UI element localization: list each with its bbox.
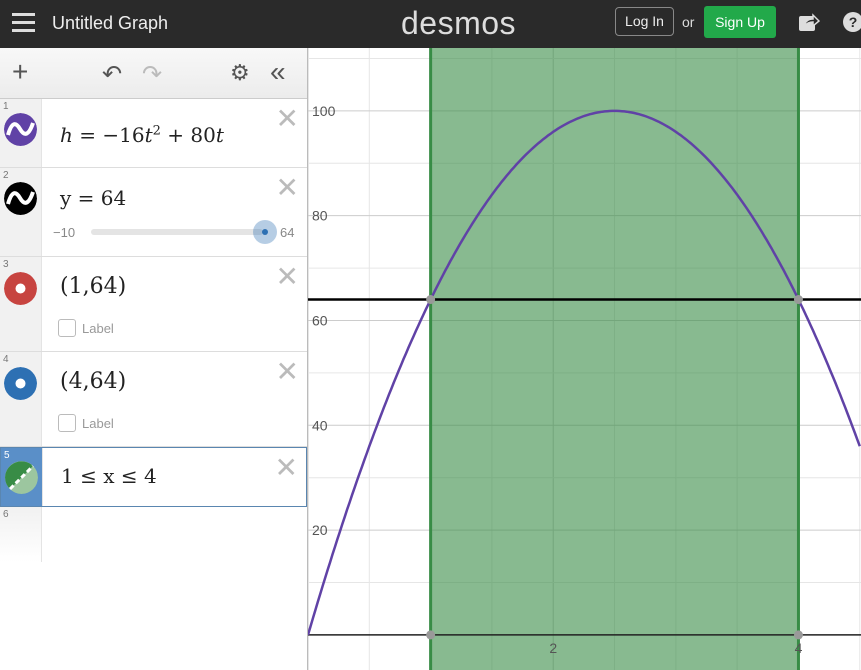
collapse-list-button[interactable]: « bbox=[270, 56, 286, 88]
x-tick-label: 2 bbox=[549, 640, 557, 656]
expression-math[interactable]: y = 64 bbox=[60, 186, 126, 210]
curve-color-icon[interactable] bbox=[4, 182, 37, 215]
graph-canvas[interactable]: 2 4 20 40 60 80 100 bbox=[308, 48, 861, 670]
delete-expression-icon[interactable]: ✕ bbox=[275, 454, 298, 482]
expression-number: 1 bbox=[3, 101, 9, 112]
intersection-point bbox=[426, 295, 436, 305]
signup-button[interactable]: Sign Up bbox=[704, 6, 776, 38]
slider-handle[interactable] bbox=[253, 220, 277, 244]
expression-list: + ↶ ↷ ⚙ « 1 h = −16t2 + 80t ✕ 2 y = 64 −… bbox=[0, 48, 308, 670]
expression-2[interactable]: 2 y = 64 −10 64 ✕ bbox=[0, 168, 307, 257]
slider-min[interactable]: −10 bbox=[53, 225, 75, 240]
expression-number: 4 bbox=[3, 354, 9, 365]
delete-expression-icon[interactable]: ✕ bbox=[276, 263, 299, 291]
intersection-point bbox=[793, 295, 803, 305]
y-tick-label: 80 bbox=[312, 208, 328, 224]
expression-toolbar: + ↶ ↷ ⚙ « bbox=[0, 48, 307, 99]
point-color-icon[interactable] bbox=[4, 367, 37, 400]
expression-math[interactable]: h = −16t2 + 80t bbox=[60, 123, 224, 147]
settings-gear-icon[interactable]: ⚙ bbox=[230, 60, 250, 86]
expression-5-selected[interactable]: 5 1 ≤ x ≤ 4 ✕ bbox=[0, 447, 307, 507]
delete-expression-icon[interactable]: ✕ bbox=[276, 174, 299, 202]
expression-4[interactable]: 4 (4,64) Label ✕ bbox=[0, 352, 307, 447]
expression-math[interactable]: (4,64) bbox=[60, 369, 126, 394]
redo-button[interactable]: ↷ bbox=[142, 60, 162, 89]
curve-color-icon[interactable] bbox=[4, 113, 37, 146]
or-text: or bbox=[682, 14, 695, 30]
y-tick-label: 60 bbox=[312, 312, 328, 328]
graph-title[interactable]: Untitled Graph bbox=[52, 13, 168, 34]
expression-math[interactable]: 1 ≤ x ≤ 4 bbox=[61, 464, 157, 488]
expression-number: 2 bbox=[3, 170, 9, 181]
slider-track[interactable] bbox=[91, 229, 263, 235]
expression-1[interactable]: 1 h = −16t2 + 80t ✕ bbox=[0, 99, 307, 168]
inequality-color-icon[interactable] bbox=[5, 461, 38, 494]
label-checkbox[interactable] bbox=[58, 414, 76, 432]
label-checkbox-text[interactable]: Label bbox=[82, 416, 114, 431]
login-button[interactable]: Log In bbox=[615, 7, 674, 36]
add-expression-button[interactable]: + bbox=[12, 56, 28, 88]
hamburger-menu-icon[interactable] bbox=[12, 13, 35, 33]
y-tick-label: 20 bbox=[312, 522, 328, 538]
expression-number: 3 bbox=[3, 259, 9, 270]
point-color-icon[interactable] bbox=[4, 272, 37, 305]
share-icon[interactable] bbox=[798, 12, 820, 32]
intersection-point bbox=[793, 630, 803, 640]
label-checkbox-text[interactable]: Label bbox=[82, 321, 114, 336]
inequality-region bbox=[430, 48, 799, 670]
x-tick-label: 4 bbox=[795, 640, 803, 656]
top-bar: Untitled Graph desmos Log In or Sign Up … bbox=[0, 0, 861, 48]
intersection-point bbox=[426, 630, 436, 640]
delete-expression-icon[interactable]: ✕ bbox=[276, 358, 299, 386]
slider-max[interactable]: 64 bbox=[280, 225, 294, 240]
expression-math[interactable]: (1,64) bbox=[60, 274, 126, 299]
help-icon[interactable]: ? bbox=[843, 12, 861, 32]
expression-number: 6 bbox=[3, 509, 9, 520]
desmos-logo: desmos bbox=[401, 5, 517, 41]
y-tick-label: 100 bbox=[312, 103, 336, 119]
delete-expression-icon[interactable]: ✕ bbox=[276, 105, 299, 133]
label-checkbox[interactable] bbox=[58, 319, 76, 337]
expression-number: 5 bbox=[4, 450, 10, 461]
undo-button[interactable]: ↶ bbox=[102, 60, 122, 89]
y-tick-label: 40 bbox=[312, 417, 328, 433]
expression-3[interactable]: 3 (1,64) Label ✕ bbox=[0, 257, 307, 352]
expression-6-empty[interactable]: 6 bbox=[0, 507, 307, 562]
